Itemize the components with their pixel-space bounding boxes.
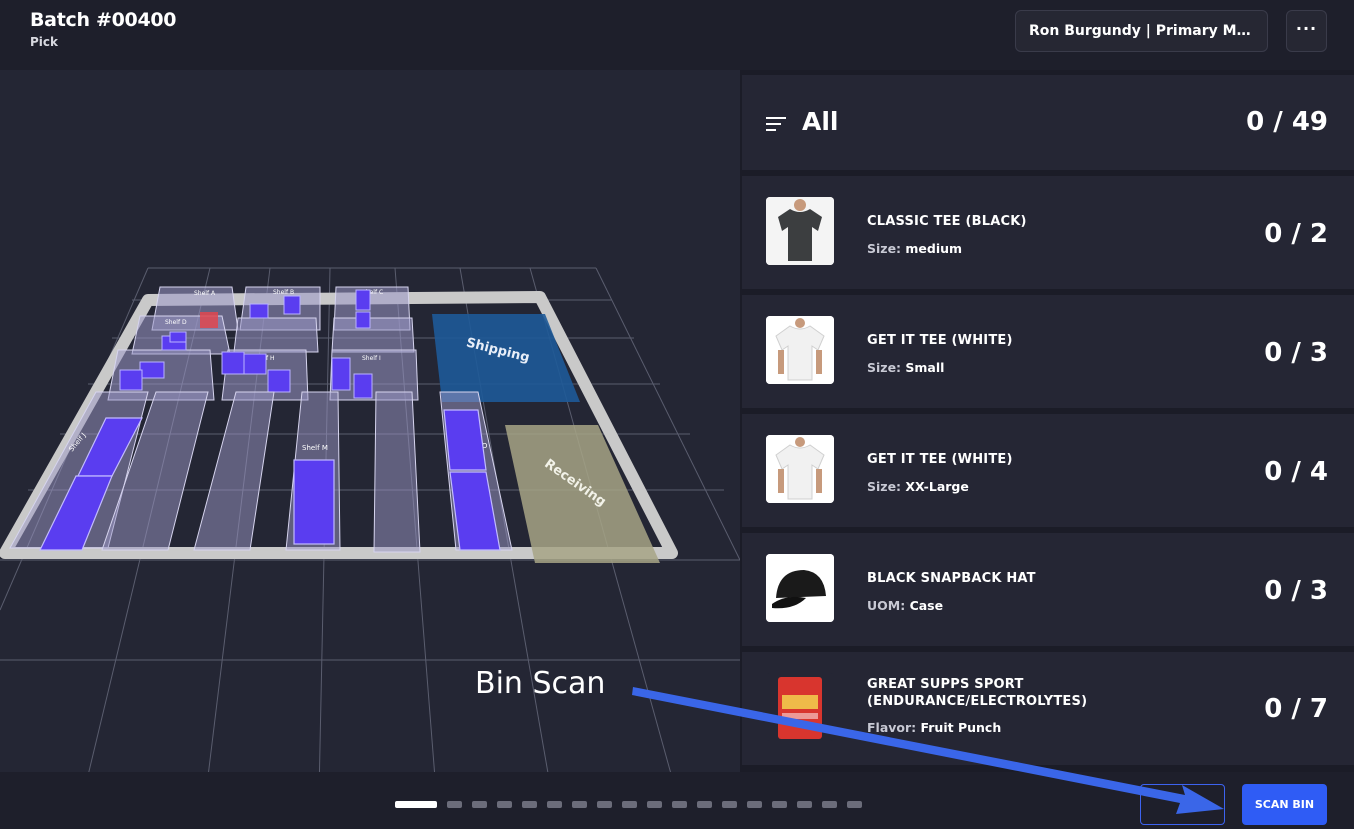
page-dot-active[interactable] bbox=[395, 801, 437, 808]
page-dot[interactable] bbox=[472, 801, 487, 808]
pagination-dots bbox=[395, 801, 862, 808]
shelf-m[interactable]: Shelf M bbox=[302, 444, 328, 452]
item-attribute: Flavor: Fruit Punch bbox=[867, 720, 1001, 735]
item-attribute: UOM: Case bbox=[867, 598, 943, 613]
item-count: 0 / 7 bbox=[1264, 694, 1328, 724]
list-item[interactable]: BLACK SNAPBACK HAT UOM: Case 0 / 3 bbox=[742, 533, 1354, 646]
item-name: GET IT TEE (WHITE) bbox=[867, 452, 1013, 467]
item-count: 0 / 3 bbox=[1264, 338, 1328, 368]
white-tshirt-thumbnail bbox=[766, 435, 834, 503]
list-item[interactable]: GREAT SUPPS SPORT (ENDURANCE/ELECTROLYTE… bbox=[742, 652, 1354, 765]
filter-icon[interactable] bbox=[766, 117, 786, 131]
page-dot[interactable] bbox=[797, 801, 812, 808]
attribute-value: medium bbox=[905, 241, 963, 256]
shelf-d-label: Shelf D bbox=[165, 319, 187, 326]
attribute-key: Size: bbox=[867, 360, 902, 375]
page-title: Batch #00400 bbox=[30, 9, 177, 31]
item-count: 0 / 4 bbox=[1264, 457, 1328, 487]
filter-row[interactable]: All 0 / 49 bbox=[742, 75, 1354, 170]
attribute-key: Flavor: bbox=[867, 720, 917, 735]
item-count: 0 / 3 bbox=[1264, 576, 1328, 606]
more-options-button[interactable]: ··· bbox=[1286, 10, 1327, 52]
attribute-key: Size: bbox=[867, 241, 902, 256]
highlighted-bin[interactable] bbox=[200, 312, 218, 328]
page-dot[interactable] bbox=[547, 801, 562, 808]
bottom-bar: SCAN BIN bbox=[0, 772, 1354, 829]
attribute-value: Small bbox=[905, 360, 945, 375]
item-name: GET IT TEE (WHITE) bbox=[867, 333, 1013, 348]
total-count: 0 / 49 bbox=[1246, 107, 1328, 137]
page-dot[interactable] bbox=[822, 801, 837, 808]
item-name: GREAT SUPPS SPORT (ENDURANCE/ELECTROLYTE… bbox=[867, 677, 1088, 709]
page-dot[interactable] bbox=[847, 801, 862, 808]
shelf-a-label: Shelf A bbox=[194, 290, 216, 297]
attribute-key: UOM: bbox=[867, 598, 906, 613]
attribute-value: XX-Large bbox=[905, 479, 969, 494]
top-bar: Batch #00400 Pick Ron Burgundy | Primary… bbox=[0, 0, 1354, 70]
attribute-value: Case bbox=[909, 598, 944, 613]
page-dot[interactable] bbox=[597, 801, 612, 808]
annotation-label: Bin Scan bbox=[475, 666, 606, 701]
page-subtitle: Pick bbox=[30, 35, 59, 49]
black-tshirt-thumbnail bbox=[766, 197, 834, 265]
shelf-b-label: Shelf B bbox=[273, 289, 294, 296]
scan-bin-button[interactable]: SCAN BIN bbox=[1242, 784, 1327, 825]
page-dot[interactable] bbox=[622, 801, 637, 808]
page-dot[interactable] bbox=[522, 801, 537, 808]
page-dot[interactable] bbox=[672, 801, 687, 808]
item-name: BLACK SNAPBACK HAT bbox=[867, 571, 1036, 586]
attribute-key: Size: bbox=[867, 479, 902, 494]
shelf-m-label: Shelf M bbox=[302, 444, 328, 452]
red-bag-thumbnail bbox=[766, 673, 834, 741]
page-dot[interactable] bbox=[722, 801, 737, 808]
item-attribute: Size: XX-Large bbox=[867, 479, 969, 494]
item-attribute: Size: medium bbox=[867, 241, 962, 256]
page-dot[interactable] bbox=[572, 801, 587, 808]
item-attribute: Size: Small bbox=[867, 360, 944, 375]
warehouse-map-canvas: Shipping Receiving Shelf A Shelf B Shelf… bbox=[0, 267, 740, 772]
list-item[interactable]: GET IT TEE (WHITE) Size: XX-Large 0 / 4 bbox=[742, 414, 1354, 527]
white-tshirt-thumbnail bbox=[766, 316, 834, 384]
attribute-value: Fruit Punch bbox=[920, 720, 1002, 735]
page-dot[interactable] bbox=[772, 801, 787, 808]
shelf-i-label: Shelf I bbox=[362, 355, 381, 362]
pick-list-panel: All 0 / 49 CLASSIC TEE (BLACK) Size: med… bbox=[740, 70, 1354, 772]
page-dot[interactable] bbox=[647, 801, 662, 808]
user-location-select[interactable]: Ron Burgundy | Primary Main bbox=[1015, 10, 1268, 52]
page-dot[interactable] bbox=[497, 801, 512, 808]
filter-label: All bbox=[802, 107, 839, 136]
item-count: 0 / 2 bbox=[1264, 219, 1328, 249]
secondary-action-button[interactable] bbox=[1140, 784, 1225, 825]
page-dot[interactable] bbox=[747, 801, 762, 808]
page-dot[interactable] bbox=[447, 801, 462, 808]
list-item[interactable]: CLASSIC TEE (BLACK) Size: medium 0 / 2 bbox=[742, 176, 1354, 289]
black-cap-thumbnail bbox=[766, 554, 834, 622]
shelf-d[interactable]: Shelf D bbox=[165, 319, 187, 326]
page-dot[interactable] bbox=[697, 801, 712, 808]
warehouse-map[interactable]: Shipping Receiving Shelf A Shelf B Shelf… bbox=[0, 70, 740, 772]
shelf-i[interactable]: Shelf I bbox=[362, 355, 381, 362]
item-name: CLASSIC TEE (BLACK) bbox=[867, 214, 1027, 229]
shelf-b[interactable]: Shelf B bbox=[273, 289, 294, 296]
shelf-a[interactable]: Shelf A bbox=[194, 290, 216, 297]
list-item[interactable]: GET IT TEE (WHITE) Size: Small 0 / 3 bbox=[742, 295, 1354, 408]
